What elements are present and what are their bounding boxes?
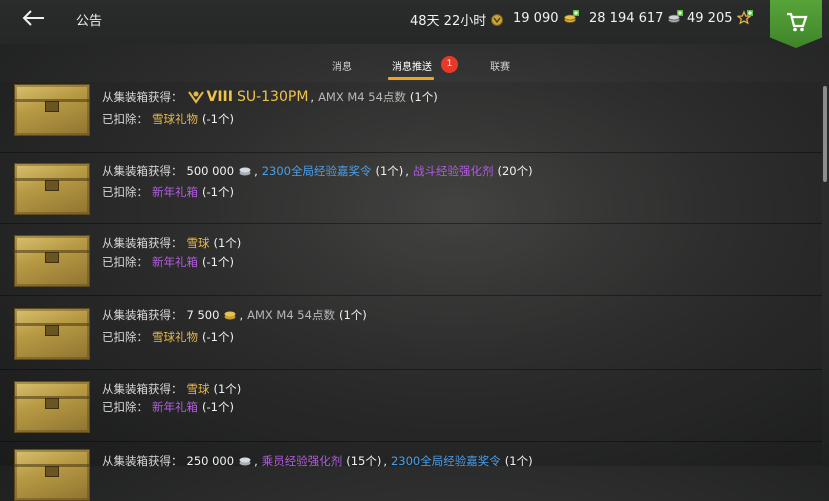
silver-coins-icon — [239, 167, 251, 176]
obtain-label: 从集装箱获得： — [102, 382, 183, 396]
reward-item: 2300全局经验嘉奖令 — [390, 454, 501, 468]
gold-balance[interactable]: 19 090 — [513, 10, 579, 26]
separator: , — [310, 90, 315, 104]
reward-count: (1个) — [213, 382, 242, 396]
scrollbar[interactable] — [823, 86, 827, 182]
premium-time-value: 48天 22小时 — [410, 14, 487, 29]
obtain-label: 从集装箱获得： — [102, 454, 183, 468]
gold-coins-icon — [563, 10, 579, 23]
reward-amount: 7 500 — [186, 308, 220, 322]
deducted-count: (-1个) — [202, 112, 234, 126]
separator: , — [239, 308, 244, 322]
deducted-line: 已扣除： 新年礼箱 (-1个) — [102, 184, 234, 200]
star-icon — [736, 10, 753, 25]
deducted-item: 新年礼箱 — [152, 400, 198, 414]
deduct-label: 已扣除： — [102, 400, 148, 414]
active-tab-indicator — [388, 77, 434, 80]
reward-item: AMX M4 54点数 — [247, 308, 335, 322]
separator: , — [254, 164, 258, 178]
deducted-item: 新年礼箱 — [152, 255, 198, 269]
list-item[interactable]: 从集装箱获得： 500 000 , 2300全局经验嘉奖令 (1个) , 战斗经… — [0, 152, 822, 224]
deduct-label: 已扣除： — [102, 255, 148, 269]
obtained-line: 从集装箱获得： 雪球 (1个) — [102, 235, 241, 251]
tank-tier: VIII — [206, 89, 233, 105]
tab-league[interactable]: 联赛 — [490, 58, 510, 73]
container-crate-icon — [14, 308, 90, 360]
xp-balance[interactable]: 49 205 — [687, 10, 753, 26]
reward-item: 雪球 — [186, 382, 210, 396]
tab-messages[interactable]: 消息 — [332, 58, 352, 73]
gold-value: 19 090 — [513, 10, 559, 26]
message-list[interactable]: 从集装箱获得： VIII SU-130PM , AMX M4 54点数 (1个)… — [0, 82, 829, 501]
separator: , — [405, 164, 409, 178]
container-crate-icon — [14, 84, 90, 136]
silver-balance[interactable]: 28 194 617 — [589, 10, 684, 26]
premium-medal-icon — [491, 13, 504, 26]
page-title: 公告 — [76, 14, 103, 29]
notification-badge: 1 — [441, 56, 458, 73]
gold-coins-icon — [224, 311, 236, 320]
deducted-line: 已扣除： 雪球礼物 (-1个) — [102, 111, 234, 127]
reward-count: (15个) — [346, 454, 382, 468]
deduct-label: 已扣除： — [102, 330, 148, 344]
deduct-label: 已扣除： — [102, 112, 148, 126]
obtained-line: 从集装箱获得： 500 000 , 2300全局经验嘉奖令 (1个) , 战斗经… — [102, 163, 533, 179]
deducted-item: 新年礼箱 — [152, 185, 198, 199]
obtain-label: 从集装箱获得： — [102, 164, 183, 178]
deduct-label: 已扣除： — [102, 185, 148, 199]
deducted-line: 已扣除： 雪球礼物 (-1个) — [102, 329, 234, 345]
shopping-cart-icon — [787, 12, 808, 32]
silver-coins-icon — [668, 10, 684, 23]
reward-amount: 500 000 — [186, 164, 235, 178]
obtained-line: 从集装箱获得： 雪球 (1个) — [102, 381, 241, 397]
deducted-count: (-1个) — [202, 185, 234, 199]
reward-count: (1个) — [504, 454, 533, 468]
reward-count: (1个) — [409, 90, 438, 104]
reward-count: (1个) — [375, 164, 404, 178]
xp-value: 49 205 — [687, 10, 733, 26]
obtain-label: 从集装箱获得： — [102, 90, 183, 104]
deducted-item: 雪球礼物 — [152, 330, 198, 344]
reward-count: (20个) — [497, 164, 533, 178]
list-item[interactable]: 从集装箱获得： VIII SU-130PM , AMX M4 54点数 (1个)… — [0, 82, 822, 153]
tank-tier-icon — [187, 91, 204, 104]
top-bar: 公告 48天 22小时 19 090 28 194 617 49 205 — [0, 0, 829, 44]
silver-coins-icon — [239, 457, 251, 466]
list-item[interactable]: 从集装箱获得： 250 000 , 乘员经验强化剂 (15个) , 2300全局… — [0, 441, 822, 501]
deducted-line: 已扣除： 新年礼箱 (-1个) — [102, 399, 234, 415]
list-item[interactable]: 从集装箱获得： 雪球 (1个) 已扣除： 新年礼箱 (-1个) — [0, 369, 822, 442]
tank-name: SU-130PM — [236, 89, 309, 105]
list-item[interactable]: 从集装箱获得： 雪球 (1个) 已扣除： 新年礼箱 (-1个) — [0, 223, 822, 296]
deducted-count: (-1个) — [202, 255, 234, 269]
obtain-label: 从集装箱获得： — [102, 308, 183, 322]
container-crate-icon — [14, 163, 90, 215]
obtained-line: 从集装箱获得： VIII SU-130PM , AMX M4 54点数 (1个) — [102, 89, 438, 105]
obtain-label: 从集装箱获得： — [102, 236, 183, 250]
container-crate-icon — [14, 449, 90, 501]
deducted-count: (-1个) — [202, 330, 234, 344]
back-arrow-icon[interactable] — [20, 6, 48, 30]
container-crate-icon — [14, 235, 90, 287]
reward-item: 乘员经验强化剂 — [261, 454, 343, 468]
list-item[interactable]: 从集装箱获得： 7 500 , AMX M4 54点数 (1个) 已扣除： 雪球… — [0, 295, 822, 370]
reward-item: 战斗经验强化剂 — [412, 164, 494, 178]
reward-count: (1个) — [338, 308, 367, 322]
container-crate-icon — [14, 381, 90, 433]
reward-item: 雪球 — [186, 236, 210, 250]
reward-item: AMX M4 54点数 — [318, 90, 406, 104]
obtained-line: 从集装箱获得： 250 000 , 乘员经验强化剂 (15个) , 2300全局… — [102, 453, 533, 469]
deducted-item: 雪球礼物 — [152, 112, 198, 126]
reward-item: 2300全局经验嘉奖令 — [261, 164, 372, 178]
premium-time[interactable]: 48天 22小时 — [410, 10, 504, 29]
obtained-line: 从集装箱获得： 7 500 , AMX M4 54点数 (1个) — [102, 307, 367, 323]
reward-count: (1个) — [213, 236, 242, 250]
deducted-line: 已扣除： 新年礼箱 (-1个) — [102, 254, 234, 270]
silver-value: 28 194 617 — [589, 10, 664, 26]
tab-push-messages[interactable]: 消息推送 — [392, 58, 432, 73]
deducted-count: (-1个) — [202, 400, 234, 414]
